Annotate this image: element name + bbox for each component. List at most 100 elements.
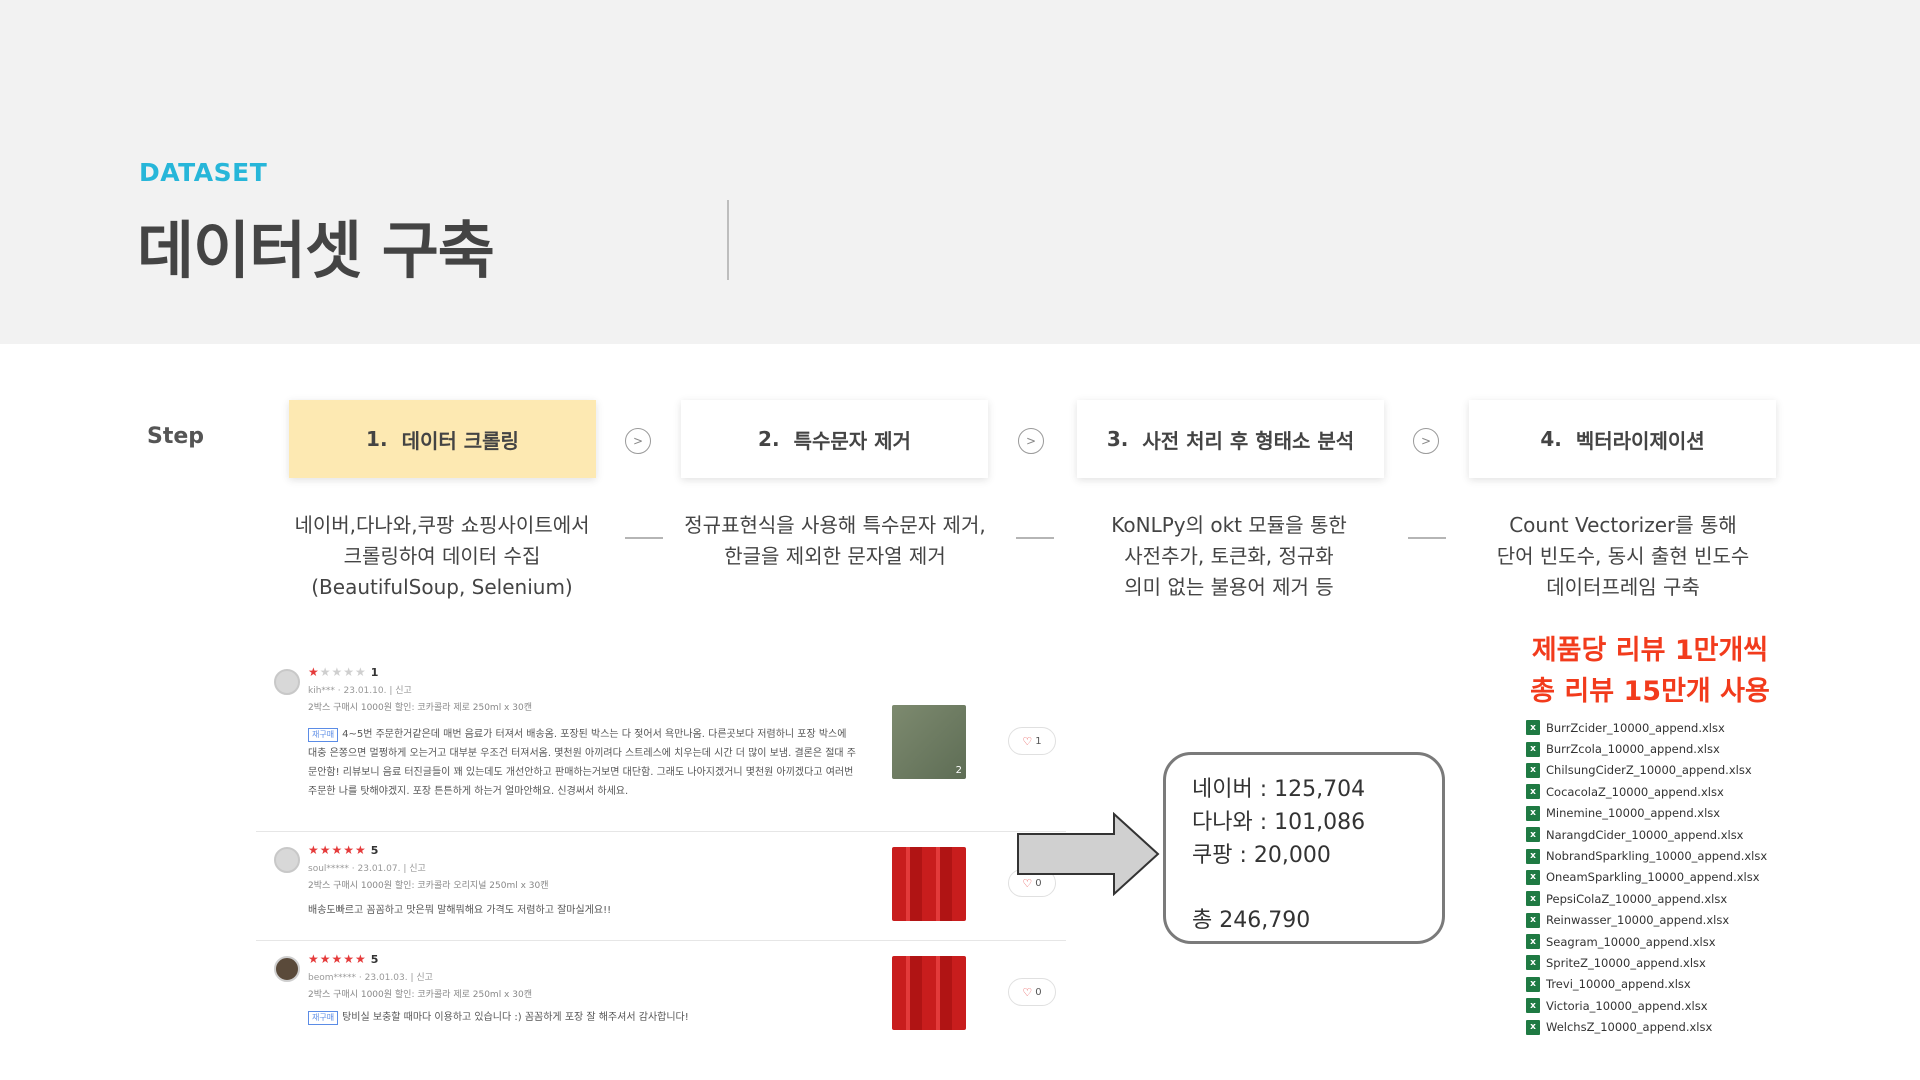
thumbs-up-icon: ♡ <box>1022 734 1033 748</box>
excel-file-item[interactable]: x BurrZcola_10000_append.xlsx <box>1526 738 1767 759</box>
step-separator <box>1016 537 1054 539</box>
excel-file-name: Victoria_10000_append.xlsx <box>1546 998 1708 1013</box>
excel-file-name: ChilsungCiderZ_10000_append.xlsx <box>1546 763 1752 778</box>
header-band: DATASET 데이터셋 구축 <box>0 0 1920 344</box>
review-text-block: 재구매 4~5번 주문한거같은데 매번 음료가 터져서 배송옴. 포장된 박스는 … <box>308 725 858 801</box>
like-count: 0 <box>1035 986 1042 998</box>
review-user: soul***** <box>308 864 349 874</box>
naver-count: 네이버 : 125,704 <box>1192 777 1366 802</box>
excel-file-name: WelchsZ_10000_append.xlsx <box>1546 1020 1713 1035</box>
rating-value: 5 <box>370 844 380 857</box>
stars-filled: ★★★★★ <box>308 952 367 966</box>
title-divider <box>727 200 729 280</box>
step-4-description: Count Vectorizer를 통해 단어 빈도수, 동시 출현 빈도수 데… <box>1458 510 1788 603</box>
review-option: 2박스 구매시 1000원 할인: 코카콜라 오리지널 250ml x 30캔 <box>308 881 549 891</box>
review-photo[interactable] <box>892 847 966 921</box>
excel-file-item[interactable]: x ChilsungCiderZ_10000_append.xlsx <box>1526 760 1767 781</box>
review-photo[interactable] <box>892 956 966 1030</box>
like-button[interactable]: ♡ 1 <box>1008 727 1056 755</box>
step-1-desc-line: 크롤링하여 데이터 수집 <box>343 544 541 568</box>
excel-file-icon: x <box>1526 955 1540 971</box>
review-photo[interactable]: 2 <box>892 705 966 779</box>
chevron-right-icon: > <box>1018 428 1044 454</box>
step-3-label: 사전 처리 후 형태소 분석 <box>1142 428 1355 453</box>
excel-file-item[interactable]: x PepsiColaZ_10000_append.xlsx <box>1526 888 1767 909</box>
report-link[interactable]: 신고 <box>395 686 412 696</box>
photo-count: 2 <box>955 765 962 776</box>
step-1-label: 데이터 크롤링 <box>401 428 519 453</box>
excel-file-icon: x <box>1526 827 1540 843</box>
excel-file-icon: x <box>1526 891 1540 907</box>
stars-empty: ★★★★ <box>319 665 367 679</box>
excel-file-item[interactable]: x SpriteZ_10000_append.xlsx <box>1526 952 1767 973</box>
excel-file-icon: x <box>1526 762 1540 778</box>
excel-file-item[interactable]: x NobrandSparkling_10000_append.xlsx <box>1526 845 1767 866</box>
highlight-line-2: 총 리뷰 15만개 사용 <box>1530 676 1770 707</box>
excel-file-icon: x <box>1526 784 1540 800</box>
excel-file-item[interactable]: x Seagram_10000_append.xlsx <box>1526 931 1767 952</box>
excel-file-item[interactable]: x OneamSparkling_10000_append.xlsx <box>1526 867 1767 888</box>
step-separator <box>625 537 663 539</box>
stars-filled: ★ <box>308 665 320 679</box>
like-button[interactable]: ♡ 0 <box>1008 978 1056 1006</box>
star-rating: ★★★★★ 5 <box>308 843 379 857</box>
excel-file-item[interactable]: x CocacolaZ_10000_append.xlsx <box>1526 781 1767 802</box>
excel-file-list: x BurrZcider_10000_append.xlsxx BurrZcola_… <box>1526 717 1767 1038</box>
report-link[interactable]: 신고 <box>409 864 426 874</box>
step-4-number: 4. <box>1540 427 1562 451</box>
excel-file-item[interactable]: x BurrZcider_10000_append.xlsx <box>1526 717 1767 738</box>
step-4-label: 벡터라이제이션 <box>1575 428 1705 453</box>
step-1-number: 1. <box>366 427 388 451</box>
like-count: 1 <box>1035 735 1042 747</box>
step-3-box: 3. 사전 처리 후 형태소 분석 <box>1077 400 1384 478</box>
excel-file-icon: x <box>1526 869 1540 885</box>
review-item: ★★★★★ 5 soul***** · 23.01.07. | 신고 2박스 구매… <box>256 833 1066 941</box>
excel-file-name: PepsiColaZ_10000_append.xlsx <box>1546 891 1728 906</box>
excel-file-icon: x <box>1526 741 1540 757</box>
excel-file-item[interactable]: x Victoria_10000_append.xlsx <box>1526 995 1767 1016</box>
excel-file-icon: x <box>1526 848 1540 864</box>
review-option: 2박스 구매시 1000원 할인: 코카콜라 제로 250ml x 30캔 <box>308 990 532 1000</box>
stars-filled: ★★★★★ <box>308 843 367 857</box>
excel-file-item[interactable]: x Reinwasser_10000_append.xlsx <box>1526 910 1767 931</box>
rating-value: 1 <box>370 666 380 679</box>
review-item: ★★★★★ 1 kih*** · 23.01.10. | 신고 2박스 구매시 1… <box>256 655 1066 832</box>
excel-file-name: Seagram_10000_append.xlsx <box>1546 934 1716 949</box>
chevron-right-icon: > <box>625 428 651 454</box>
review-text: 배송도빠르고 꼼꼼하고 맛은뭐 말해뭐해요 가격도 저렴하고 잘마실게요!! <box>308 905 612 916</box>
step-2-description: 정규표현식을 사용해 특수문자 제거, 한글을 제외한 문자열 제거 <box>670 510 1000 572</box>
review-meta: kih*** · 23.01.10. | 신고 <box>308 686 412 696</box>
excel-file-icon: x <box>1526 912 1540 928</box>
excel-file-name: SpriteZ_10000_append.xlsx <box>1546 955 1706 970</box>
step-4-desc-line: 데이터프레임 구축 <box>1546 575 1700 599</box>
excel-file-icon: x <box>1526 1019 1540 1035</box>
step-1-description: 네이버,다나와,쿠팡 쇼핑사이트에서 크롤링하여 데이터 수집 (Beautif… <box>277 510 607 603</box>
review-text: 4~5번 주문한거같은데 매번 음료가 터져서 배송옴. 포장된 박스는 다 젖… <box>308 729 856 797</box>
total-count: 총 246,790 <box>1192 908 1311 933</box>
excel-file-icon: x <box>1526 934 1540 950</box>
review-option: 2박스 구매시 1000원 할인: 코카콜라 제로 250ml x 30캔 <box>308 703 532 713</box>
excel-file-item[interactable]: x NarangdCider_10000_append.xlsx <box>1526 824 1767 845</box>
step-1-desc-line: (BeautifulSoup, Selenium) <box>311 575 573 599</box>
excel-file-icon: x <box>1526 998 1540 1014</box>
step-3-description: KoNLPy의 okt 모듈을 통한 사전추가, 토큰화, 정규화 의미 없는 … <box>1064 510 1394 603</box>
excel-file-item[interactable]: x Minemine_10000_append.xlsx <box>1526 803 1767 824</box>
excel-file-name: Minemine_10000_append.xlsx <box>1546 806 1721 821</box>
step-3-desc-line: KoNLPy의 okt 모듈을 통한 <box>1111 513 1347 537</box>
review-list: ★★★★★ 1 kih*** · 23.01.10. | 신고 2박스 구매시 1… <box>256 655 1066 1055</box>
section-eyebrow: DATASET <box>139 158 268 187</box>
repurchase-tag: 재구매 <box>308 1011 339 1025</box>
step-3-desc-line: 사전추가, 토큰화, 정규화 <box>1124 544 1334 568</box>
step-3-number: 3. <box>1106 427 1129 451</box>
step-3-desc-line: 의미 없는 불용어 제거 등 <box>1124 575 1334 599</box>
excel-file-name: BurrZcola_10000_append.xlsx <box>1546 742 1720 757</box>
excel-file-icon: x <box>1526 805 1540 821</box>
excel-file-item[interactable]: x WelchsZ_10000_append.xlsx <box>1526 1016 1767 1037</box>
review-text-block: 재구매 탕비실 보충할 때마다 이용하고 있습니다 :) 꼼꼼하게 포장 잘 해주… <box>308 1008 858 1027</box>
coupang-count: 쿠팡 : 20,000 <box>1192 843 1331 868</box>
review-item: ★★★★★ 5 beom***** · 23.01.03. | 신고 2박스 구매… <box>256 942 1066 1050</box>
step-4-desc-line: 단어 빈도수, 동시 출현 빈도수 <box>1496 544 1750 568</box>
excel-file-item[interactable]: x Trevi_10000_append.xlsx <box>1526 974 1767 995</box>
report-link[interactable]: 신고 <box>416 973 433 983</box>
review-count-box: 네이버 : 125,704 다나와 : 101,086 쿠팡 : 20,000 … <box>1163 752 1445 944</box>
